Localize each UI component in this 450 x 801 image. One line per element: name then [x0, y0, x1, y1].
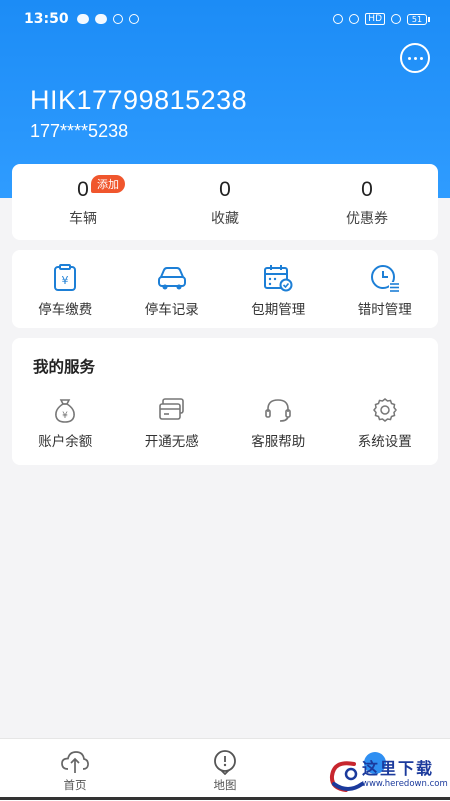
quick-actions-card: ¥ 停车缴费 停车记录 包期管理 错时管理: [12, 250, 438, 328]
quick-label: 错时管理: [357, 302, 412, 318]
status-bar: 13:50 HD 51: [0, 0, 450, 38]
vehicles-label: 车辆: [69, 211, 97, 227]
app-notification-icon: [94, 14, 107, 24]
nav-map[interactable]: 地图: [150, 739, 300, 801]
service-system-settings[interactable]: 系统设置: [332, 396, 439, 450]
gear-icon: [372, 398, 397, 422]
services-title: 我的服务: [33, 358, 96, 376]
nav-label: 首页: [63, 778, 87, 792]
service-label: 账户余额: [38, 434, 93, 450]
stats-card: 0 添加 车辆 0 收藏 0 优惠券: [12, 164, 438, 240]
headset-icon: [265, 399, 292, 422]
more-chat-icon[interactable]: [400, 43, 430, 73]
calendar-check-icon: [264, 265, 293, 292]
watermark-url: www.heredown.com: [362, 779, 448, 789]
service-label: 开通无感: [144, 434, 199, 450]
quick-label: 停车缴费: [38, 302, 93, 318]
services-card: 我的服务 ¥ 账户余额 开通无感 客服帮助 系统设置: [12, 338, 438, 465]
svg-text:¥: ¥: [62, 274, 69, 287]
notification-icons: [76, 14, 139, 24]
svg-text:¥: ¥: [62, 411, 68, 421]
message-icon: [76, 14, 89, 24]
services-row: ¥ 账户余额 开通无感 客服帮助 系统设置: [12, 396, 438, 450]
favorites-label: 收藏: [211, 211, 239, 227]
stat-coupons[interactable]: 0 优惠券: [296, 164, 438, 240]
signal-status-icon: [128, 14, 139, 24]
service-enable-seamless[interactable]: 开通无感: [119, 396, 226, 450]
cell-signal-icon: [391, 14, 401, 24]
nav-label: 地图: [213, 778, 237, 792]
hd-icon: HD: [365, 13, 385, 25]
quick-parking-payment[interactable]: ¥ 停车缴费: [12, 250, 119, 328]
card-icon: [158, 398, 184, 420]
home-cloud-icon: [61, 751, 89, 773]
quick-period-management[interactable]: 包期管理: [225, 250, 332, 328]
watermark-title: 这里下载: [362, 759, 435, 778]
quick-label: 停车记录: [144, 302, 199, 318]
location-icon: [333, 14, 344, 24]
stat-favorites[interactable]: 0 收藏: [154, 164, 296, 240]
battery-icon: 51: [407, 13, 430, 25]
add-vehicle-badge[interactable]: 添加: [91, 175, 125, 193]
coupons-count: 0: [361, 178, 373, 201]
coupons-label: 优惠券: [346, 211, 388, 227]
sync-icon: [112, 14, 123, 24]
watermark: 这里下载 www.heredown.com: [322, 750, 450, 800]
favorites-count: 0: [219, 178, 231, 201]
quick-label: 包期管理: [251, 302, 306, 318]
parking-payment-icon: ¥: [54, 264, 77, 291]
username: HIK17799815238: [30, 85, 248, 115]
map-pin-icon: [214, 750, 236, 775]
service-label: 系统设置: [357, 434, 412, 450]
battery-level: 51: [407, 13, 427, 25]
service-customer-help[interactable]: 客服帮助: [225, 396, 332, 450]
stat-vehicles[interactable]: 0 添加 车辆: [12, 164, 154, 240]
service-account-balance[interactable]: ¥ 账户余额: [12, 396, 119, 450]
vehicles-count: 0: [77, 178, 89, 201]
quick-offpeak-management[interactable]: 错时管理: [332, 250, 439, 328]
alarm-icon: [349, 14, 360, 24]
money-bag-icon: ¥: [55, 399, 76, 423]
system-status-icons: HD 51: [333, 13, 430, 25]
phone-number: 177****5238: [30, 121, 129, 141]
clock-list-icon: [370, 265, 399, 292]
service-label: 客服帮助: [251, 434, 306, 450]
status-time: 13:50: [24, 11, 69, 27]
quick-parking-records[interactable]: 停车记录: [119, 250, 226, 328]
car-record-icon: [157, 267, 186, 290]
nav-home[interactable]: 首页: [0, 739, 150, 801]
